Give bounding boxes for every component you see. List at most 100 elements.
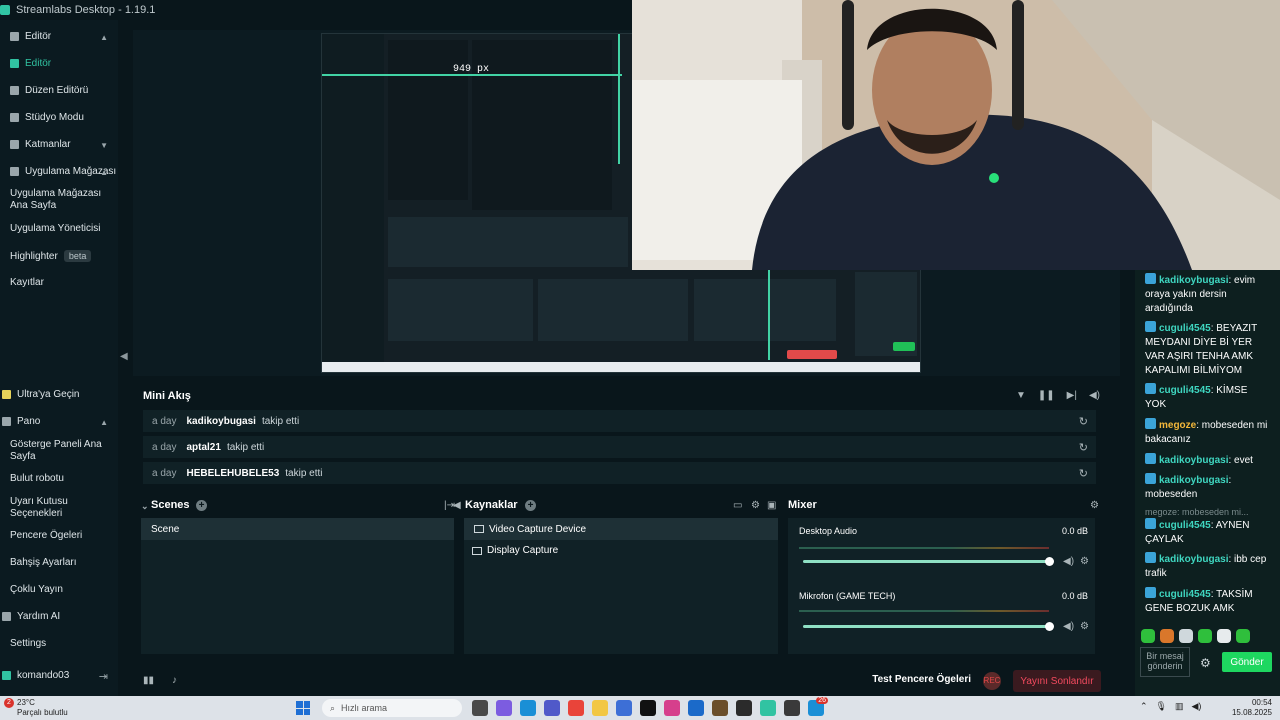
sidebar-item-recordings[interactable]: Kayıtlar	[10, 277, 110, 289]
task-view-icon[interactable]	[472, 700, 488, 716]
feed-user[interactable]: aptal21	[186, 442, 220, 453]
record-button[interactable]: REC	[983, 672, 1001, 690]
notification-icon[interactable]: ♪	[172, 675, 177, 686]
instagram-icon[interactable]	[664, 700, 680, 716]
test-widgets-button[interactable]: Test Pencere Ögeleri	[872, 674, 971, 685]
add-scene-button[interactable]: +	[196, 500, 207, 511]
streamlabs-icon[interactable]	[760, 700, 776, 716]
copilot-icon[interactable]	[496, 700, 512, 716]
windows-start-icon[interactable]	[296, 701, 310, 715]
collapse-sidebar-icon[interactable]: ◀	[120, 351, 128, 362]
outlook-icon[interactable]	[688, 700, 704, 716]
sidebar-item-cloudbot[interactable]: Bulut robotu	[10, 473, 110, 485]
sidebar-item-editor[interactable]: Editör	[10, 58, 51, 69]
chevron-up-icon[interactable]: ▲	[100, 33, 108, 42]
chat-username[interactable]: kadikoybugasi	[1159, 455, 1228, 466]
sidebar-item-app-store-home[interactable]: Uygulama Mağazası Ana Sayfa	[10, 188, 110, 212]
sidebar-section-editor[interactable]: Editör	[10, 31, 51, 42]
repeat-alert-icon[interactable]: ↻	[1079, 441, 1088, 454]
source-folder-icon[interactable]: ▭	[733, 500, 742, 511]
volume-slider-thumb[interactable]	[1045, 622, 1054, 631]
teams-badge-app-icon[interactable]: 26	[808, 697, 828, 716]
volume-icon[interactable]: ◀)	[1089, 390, 1100, 401]
teams-icon[interactable]	[544, 700, 560, 716]
filter-icon[interactable]: ▼	[1016, 390, 1026, 401]
chat-username[interactable]: cuguli4545	[1159, 589, 1211, 600]
sidebar-item-layers[interactable]: Katmanlar	[10, 139, 71, 150]
chevron-down-icon[interactable]: ⌄	[141, 501, 149, 512]
emote-icon[interactable]	[1198, 629, 1212, 643]
sidebar-item-highlighter[interactable]: Highlighter beta	[10, 250, 92, 262]
skip-icon[interactable]: ▶|	[1067, 390, 1077, 401]
chrome-icon[interactable]	[568, 700, 584, 716]
performance-icon[interactable]: ▮▮	[143, 675, 154, 686]
sidebar-user[interactable]: komando03	[2, 670, 69, 681]
tray-expand-icon[interactable]: ⌃	[1140, 701, 1148, 712]
volume-slider[interactable]	[803, 625, 1049, 628]
add-source-button[interactable]: +	[525, 500, 536, 511]
minecraft-icon[interactable]	[712, 700, 728, 716]
feed-user[interactable]: HEBELEHUBELE53	[186, 468, 279, 479]
sidebar-item-settings[interactable]: Settings	[10, 638, 110, 650]
volume-slider-thumb[interactable]	[1045, 557, 1054, 566]
emote-icon[interactable]	[1179, 629, 1193, 643]
repeat-alert-icon[interactable]: ↻	[1079, 415, 1088, 428]
sidebar-item-studio-mode[interactable]: Stüdyo Modu	[10, 112, 84, 123]
chat-username[interactable]: kadikoybugasi	[1159, 275, 1228, 286]
file-explorer-icon[interactable]	[592, 700, 608, 716]
chevron-up-icon[interactable]: ▲	[100, 418, 108, 427]
chat-username[interactable]: megoze	[1159, 420, 1196, 431]
volume-tray-icon[interactable]: ◀)	[1192, 701, 1202, 712]
volume-slider[interactable]	[803, 560, 1049, 563]
source-item-display-capture[interactable]: Display Capture	[472, 545, 558, 556]
source-settings-icon[interactable]: ⚙	[751, 500, 760, 511]
logout-icon[interactable]: ⇥	[99, 670, 108, 683]
tiktok-icon[interactable]	[640, 700, 656, 716]
edge-icon[interactable]	[520, 700, 536, 716]
sidebar-item-help[interactable]: Yardım AI	[2, 611, 60, 622]
obs-icon[interactable]	[784, 700, 800, 716]
chat-username[interactable]: cuguli4545	[1159, 323, 1211, 334]
emote-icon[interactable]	[1160, 629, 1174, 643]
sidebar-item-alert-box[interactable]: Uyarı Kutusu Seçenekleri	[10, 496, 110, 520]
network-icon[interactable]: ▥	[1175, 701, 1184, 712]
emote-icon[interactable]	[1236, 629, 1250, 643]
taskbar-search[interactable]: ⌕ Hızlı arama	[322, 699, 462, 717]
end-stream-button[interactable]: Yayını Sonlandır	[1013, 670, 1101, 692]
dock-collapse-icon[interactable]: ◀	[453, 500, 461, 511]
gear-icon[interactable]: ⚙	[1080, 556, 1089, 567]
chat-username[interactable]: cuguli4545	[1159, 520, 1211, 531]
speaker-icon[interactable]: ◀)	[1063, 556, 1074, 567]
source-item-video-capture[interactable]: Video Capture Device	[464, 518, 778, 540]
weather-widget[interactable]: 2 23°C Parçalı bulutlu	[4, 698, 68, 718]
microphone-icon[interactable]: 🎙	[1156, 701, 1167, 712]
emote-icon[interactable]	[1217, 629, 1231, 643]
chat-input[interactable]: Bir mesaj gönderin	[1140, 647, 1190, 677]
source-group-icon[interactable]: ▣	[767, 500, 776, 511]
terminal-icon[interactable]	[736, 700, 752, 716]
gear-icon[interactable]: ⚙	[1200, 656, 1211, 670]
clock[interactable]: 00:54 15.08.2025	[1232, 698, 1272, 718]
gear-icon[interactable]: ⚙	[1080, 621, 1089, 632]
sidebar-item-ultra[interactable]: Ultra'ya Geçin	[2, 389, 80, 400]
chat-username[interactable]: cuguli4545	[1159, 385, 1211, 396]
speaker-icon[interactable]: ◀)	[1063, 621, 1074, 632]
sidebar-item-dashboard-home[interactable]: Gösterge Paneli Ana Sayfa	[10, 439, 110, 463]
repeat-alert-icon[interactable]: ↻	[1079, 467, 1088, 480]
sidebar-item-layout-editor[interactable]: Düzen Editörü	[10, 85, 88, 96]
sidebar-item-multistream[interactable]: Çoklu Yayın	[10, 584, 110, 596]
sidebar-item-widgets[interactable]: Pencere Ögeleri	[10, 530, 110, 542]
gear-icon[interactable]: ⚙	[1090, 500, 1099, 511]
chevron-down-icon[interactable]: ▼	[100, 141, 108, 150]
sidebar-item-app-manager[interactable]: Uygulama Yöneticisi	[10, 223, 110, 235]
word-icon[interactable]	[616, 700, 632, 716]
pause-icon[interactable]: ❚❚	[1038, 390, 1055, 401]
chat-username[interactable]: kadikoybugasi	[1159, 475, 1228, 486]
send-button[interactable]: Gönder	[1222, 652, 1272, 672]
scene-item[interactable]: Scene	[141, 518, 454, 540]
sidebar-item-dashboard[interactable]: Pano	[2, 416, 40, 427]
emote-icon[interactable]	[1141, 629, 1155, 643]
chevron-up-icon[interactable]: ▲	[100, 168, 108, 177]
chat-username[interactable]: kadikoybugasi	[1159, 554, 1228, 565]
feed-user[interactable]: kadikoybugasi	[186, 416, 255, 427]
